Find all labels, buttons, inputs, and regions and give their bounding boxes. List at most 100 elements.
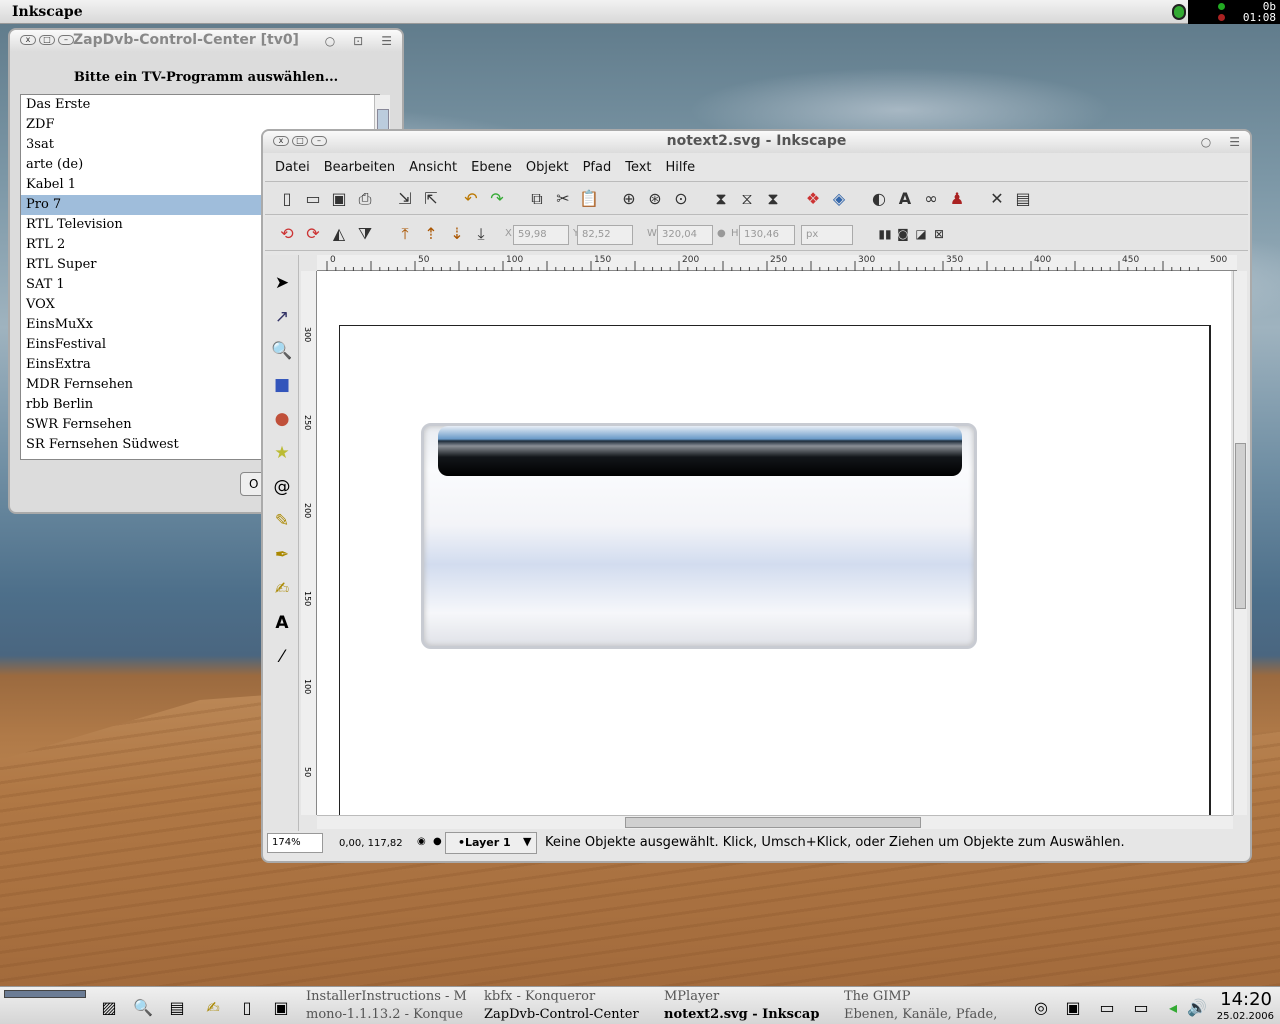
zoom-drawing-icon[interactable]: ⊛ bbox=[645, 189, 665, 209]
task-installer[interactable]: InstallerInstructions - M bbox=[306, 989, 478, 1004]
arrow-left-icon[interactable]: ◂ bbox=[1162, 997, 1184, 1019]
desktop-icon[interactable]: ▨ bbox=[98, 997, 120, 1019]
flip-vertical-icon[interactable]: ⧩ bbox=[355, 224, 375, 244]
sticky-icon[interactable]: ○ bbox=[325, 34, 335, 48]
preferences-icon[interactable]: ✕ bbox=[987, 189, 1007, 209]
lower-bottom-icon[interactable]: ⤓ bbox=[471, 224, 491, 244]
task-inkscape[interactable]: notext2.svg - Inkscap bbox=[664, 1007, 836, 1022]
drawing-canvas[interactable] bbox=[317, 271, 1231, 815]
chevron-down-icon[interactable]: ▼ bbox=[523, 835, 531, 848]
menu-ebene[interactable]: Ebene bbox=[471, 160, 512, 175]
scale-corners-icon[interactable]: ◙ bbox=[893, 224, 913, 244]
drive-icon[interactable]: ▭ bbox=[1096, 997, 1118, 1019]
vertical-scrollbar[interactable] bbox=[1233, 271, 1247, 815]
duplicate-icon[interactable]: ⧗ bbox=[711, 189, 731, 209]
text-tool-icon[interactable]: A bbox=[270, 611, 294, 635]
rectangle-tool-icon[interactable]: ■ bbox=[270, 373, 294, 397]
export-icon[interactable]: ⇱ bbox=[421, 189, 441, 209]
scrollbar-thumb[interactable] bbox=[625, 817, 921, 828]
save-icon[interactable]: ▣ bbox=[329, 189, 349, 209]
terminal-icon[interactable]: ▣ bbox=[270, 997, 292, 1019]
undo-icon[interactable]: ↶ bbox=[461, 189, 481, 209]
inkscape-launcher-icon[interactable]: ✍ bbox=[202, 997, 224, 1019]
dropper-tool-icon[interactable]: ⁄ bbox=[270, 645, 294, 669]
status-icon[interactable] bbox=[1172, 4, 1186, 20]
raise-icon[interactable]: ⇡ bbox=[421, 224, 441, 244]
visibility-icon[interactable]: ◉ bbox=[417, 836, 426, 847]
floppy-icon[interactable]: ▣ bbox=[1062, 997, 1084, 1019]
paste-icon[interactable]: 📋 bbox=[579, 189, 599, 209]
network-icon[interactable]: ◎ bbox=[1030, 997, 1052, 1019]
y-field[interactable]: 82,52 bbox=[577, 225, 633, 245]
text-font-icon[interactable]: A bbox=[895, 189, 915, 209]
clone-icon[interactable]: ⧖ bbox=[737, 189, 757, 209]
move-patterns-icon[interactable]: ⊠ bbox=[929, 224, 949, 244]
unlink-clone-icon[interactable]: ⧗ bbox=[763, 189, 783, 209]
zoom-selection-icon[interactable]: ⊕ bbox=[619, 189, 639, 209]
move-gradients-icon[interactable]: ◪ bbox=[911, 224, 931, 244]
zoom-field[interactable]: 174% bbox=[267, 833, 323, 853]
flip-horizontal-icon[interactable]: ◭ bbox=[329, 224, 349, 244]
menu-objekt[interactable]: Objekt bbox=[526, 160, 569, 175]
raise-top-icon[interactable]: ⤒ bbox=[395, 224, 415, 244]
sticky-icon[interactable]: ○ bbox=[1201, 135, 1211, 149]
open-icon[interactable]: ▭ bbox=[303, 189, 323, 209]
pencil-tool-icon[interactable]: ✎ bbox=[270, 509, 294, 533]
menu-pfad[interactable]: Pfad bbox=[583, 160, 612, 175]
scrollbar-thumb[interactable] bbox=[1235, 443, 1246, 609]
menu-bearbeiten[interactable]: Bearbeiten bbox=[324, 160, 395, 175]
scale-stroke-icon[interactable]: ▮▮ bbox=[875, 224, 895, 244]
task-mono[interactable]: mono-1.1.13.2 - Konque bbox=[306, 1007, 478, 1022]
pen-tool-icon[interactable]: ✒ bbox=[270, 543, 294, 567]
selector-tool-icon[interactable]: ➤ bbox=[270, 271, 294, 295]
lock-icon[interactable]: ● bbox=[717, 228, 726, 239]
import-icon[interactable]: ⇲ bbox=[395, 189, 415, 209]
ellipse-tool-icon[interactable]: ● bbox=[270, 407, 294, 431]
unit-select[interactable]: px bbox=[801, 225, 853, 245]
drive2-icon[interactable]: ▭ bbox=[1130, 997, 1152, 1019]
calligraphy-tool-icon[interactable]: ✍ bbox=[270, 577, 294, 601]
task-zapdvb[interactable]: ZapDvb-Control-Center bbox=[484, 1007, 656, 1022]
task-mplayer[interactable]: MPlayer bbox=[664, 989, 836, 1004]
star-tool-icon[interactable]: ★ bbox=[270, 441, 294, 465]
document-properties-icon[interactable]: ▤ bbox=[1013, 189, 1033, 209]
task-gimp-layers[interactable]: Ebenen, Kanäle, Pfade, bbox=[844, 1007, 1016, 1022]
node-tool-icon[interactable]: ↗ bbox=[270, 305, 294, 329]
task-kbfx[interactable]: kbfx - Konqueror bbox=[484, 989, 656, 1004]
print-icon[interactable]: ⎙ bbox=[355, 189, 375, 209]
height-field[interactable]: 130,46 bbox=[739, 225, 795, 245]
rotate-ccw-icon[interactable]: ⟲ bbox=[277, 224, 297, 244]
width-field[interactable]: 320,04 bbox=[657, 225, 713, 245]
lower-icon[interactable]: ⇣ bbox=[447, 224, 467, 244]
x-field[interactable]: 59,98 bbox=[513, 225, 569, 245]
rotate-cw-icon[interactable]: ⟳ bbox=[303, 224, 323, 244]
group-icon[interactable]: ❖ bbox=[803, 189, 823, 209]
menu-ansicht[interactable]: Ansicht bbox=[409, 160, 457, 175]
kbfx-menu-button[interactable] bbox=[4, 990, 86, 998]
menu-hilfe[interactable]: Hilfe bbox=[666, 160, 696, 175]
lock-layer-icon[interactable]: ● bbox=[433, 836, 442, 847]
task-gimp[interactable]: The GIMP bbox=[844, 989, 1016, 1004]
glass-button-graphic[interactable] bbox=[421, 423, 977, 649]
search-icon[interactable]: 🔍 bbox=[132, 997, 154, 1019]
xml-editor-icon[interactable]: ∞ bbox=[921, 189, 941, 209]
pin-icon[interactable]: ⊡ bbox=[353, 34, 363, 48]
menu-datei[interactable]: Datei bbox=[275, 160, 310, 175]
cut-icon[interactable]: ✂ bbox=[553, 189, 573, 209]
new-document-icon[interactable]: ▯ bbox=[277, 189, 297, 209]
window-menu-icon[interactable]: ☰ bbox=[1229, 135, 1240, 149]
volume-icon[interactable]: 🔊 bbox=[1186, 997, 1208, 1019]
zoom-tool-icon[interactable]: 🔍 bbox=[270, 339, 294, 363]
menu-text[interactable]: Text bbox=[625, 160, 651, 175]
redo-icon[interactable]: ↷ bbox=[487, 189, 507, 209]
clock[interactable]: 14:20 bbox=[1220, 989, 1272, 1010]
window-menu-icon[interactable]: ☰ bbox=[381, 34, 392, 48]
copy-icon[interactable]: ⧉ bbox=[527, 189, 547, 209]
ungroup-icon[interactable]: ◈ bbox=[829, 189, 849, 209]
files-icon[interactable]: ▯ bbox=[236, 997, 258, 1019]
fill-stroke-icon[interactable]: ◐ bbox=[869, 189, 889, 209]
horizontal-scrollbar[interactable] bbox=[317, 815, 1233, 829]
align-distribute-icon[interactable]: ♟ bbox=[947, 189, 967, 209]
inkscape-titlebar[interactable]: x □ – notext2.svg - Inkscape ○ ☰ bbox=[263, 131, 1250, 153]
spiral-tool-icon[interactable]: @ bbox=[270, 475, 294, 499]
